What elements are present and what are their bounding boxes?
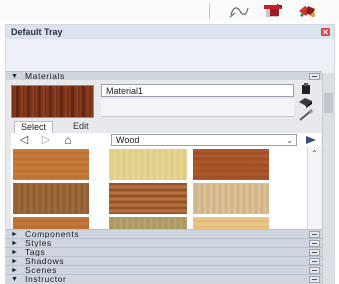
section-instructor[interactable]: ▼ Instructor: [6, 274, 322, 284]
wood-swatch-4[interactable]: [13, 183, 89, 214]
material-preview: [11, 85, 94, 118]
section-tags[interactable]: ► Tags: [6, 247, 322, 257]
tray-title-bar: Default Tray: [6, 25, 334, 39]
wood-swatch-3[interactable]: [193, 149, 269, 180]
material-info-area: [101, 99, 294, 117]
materials-header[interactable]: ▼ Materials: [6, 71, 322, 81]
back-arrow-icon[interactable]: ◁: [17, 134, 31, 146]
section-label: Instructor: [25, 274, 67, 284]
library-nav-row: ◁ ▷ ⌂ Wood ⌄: [11, 133, 321, 147]
tray-spacer: [6, 39, 334, 73]
toolbar-separator: [209, 3, 210, 19]
collection-select[interactable]: Wood ⌄: [111, 134, 297, 146]
minimize-icon[interactable]: [309, 73, 320, 80]
collapse-triangle-icon: ►: [11, 231, 18, 238]
sample-paint-icon[interactable]: [297, 109, 315, 121]
tray-scrollbar[interactable]: [322, 73, 334, 284]
collapse-triangle-icon: ►: [11, 267, 18, 274]
minimize-icon[interactable]: [309, 240, 320, 247]
collapse-triangle-icon: ►: [11, 258, 18, 265]
expand-triangle-icon: ▼: [11, 276, 18, 283]
expand-triangle-icon: ▼: [11, 73, 18, 80]
collapse-triangle-icon: ►: [11, 240, 18, 247]
collapse-triangle-icon: ►: [11, 249, 18, 256]
material-name-field[interactable]: Material1: [101, 84, 294, 97]
minimize-icon[interactable]: [309, 258, 320, 265]
material-tabs: Select Edit: [11, 121, 311, 133]
close-icon[interactable]: [321, 28, 330, 36]
minimize-icon[interactable]: [309, 267, 320, 274]
section-scenes[interactable]: ► Scenes: [6, 265, 322, 275]
tray-title: Default Tray: [11, 27, 63, 37]
red-tools-icon[interactable]: [262, 3, 284, 19]
wood-swatch-1[interactable]: [13, 149, 89, 180]
materials-label: Materials: [25, 71, 65, 81]
collection-value: Wood: [116, 135, 140, 145]
wood-swatch-2[interactable]: [109, 149, 187, 180]
section-styles[interactable]: ► Styles: [6, 238, 322, 248]
paint-mixer-icon[interactable]: [296, 3, 318, 19]
home-icon[interactable]: ⌂: [61, 134, 75, 146]
top-toolbar: [0, 0, 339, 22]
chevron-down-icon: ⌄: [286, 136, 293, 145]
default-tray: Default Tray ▼ Materials Material1 Selec…: [5, 24, 335, 284]
create-material-icon[interactable]: [297, 96, 315, 108]
minimize-icon[interactable]: [309, 249, 320, 256]
section-shadows[interactable]: ► Shadows: [6, 256, 322, 266]
scroll-up-icon[interactable]: ⌃: [311, 149, 318, 158]
forward-arrow-icon[interactable]: ▷: [39, 134, 53, 146]
tab-select[interactable]: Select: [14, 121, 54, 133]
tab-edit[interactable]: Edit: [67, 121, 95, 133]
minimize-icon[interactable]: [309, 231, 320, 238]
details-arrow-icon[interactable]: [303, 134, 319, 146]
scrollbar-thumb[interactable]: [324, 93, 333, 113]
display-secondary-icon[interactable]: [297, 83, 315, 95]
section-components[interactable]: ► Components: [6, 229, 322, 239]
wood-swatch-5[interactable]: [109, 183, 187, 214]
wood-swatch-6[interactable]: [193, 183, 269, 214]
minimize-icon[interactable]: [309, 276, 320, 283]
measure-tape-icon[interactable]: [228, 3, 250, 19]
